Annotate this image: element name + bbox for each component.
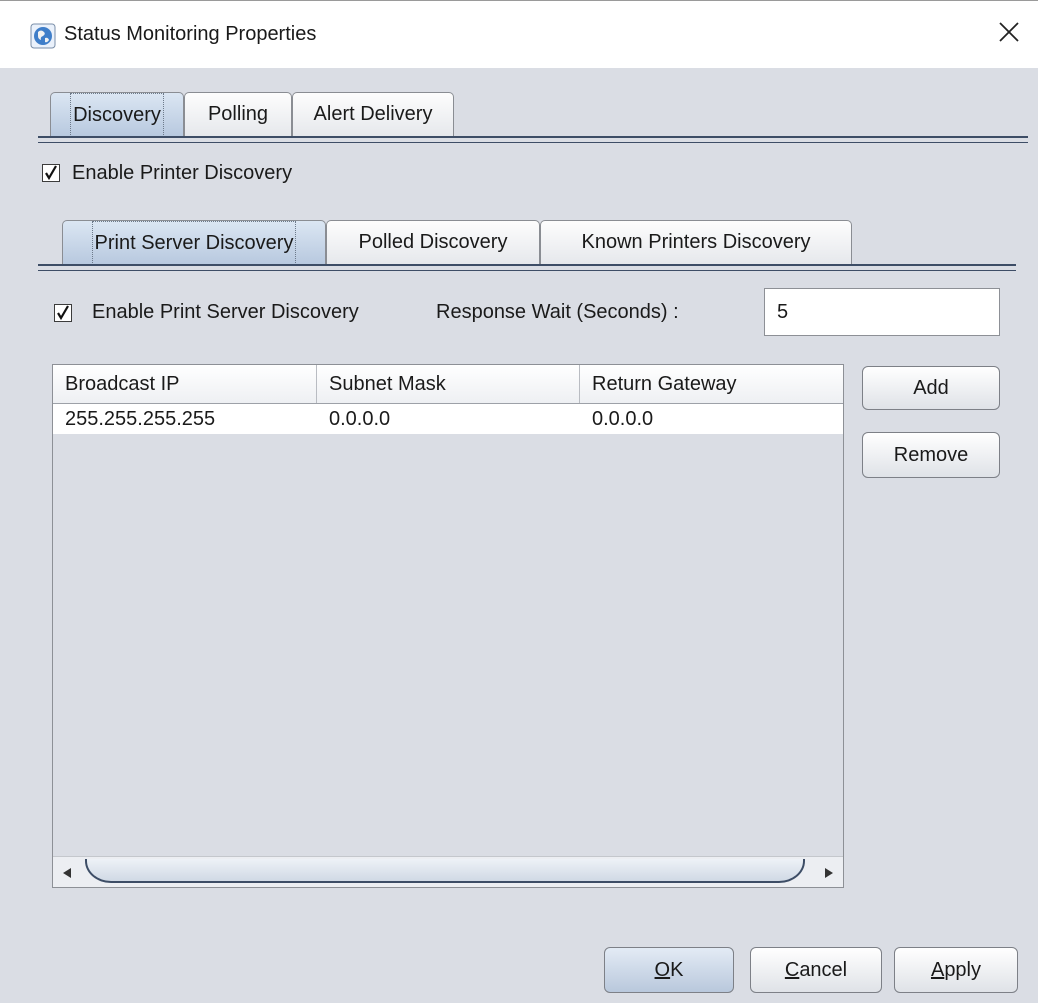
ok-mnemonic: O	[654, 959, 671, 981]
column-header-return-gateway[interactable]: Return Gateway	[580, 365, 843, 403]
apply-mnemonic: A	[930, 959, 945, 981]
close-icon	[999, 22, 1019, 42]
checkmark-icon	[45, 165, 57, 181]
enable-print-server-discovery-label: Enable Print Server Discovery	[92, 301, 359, 323]
tab-alert-delivery[interactable]: Alert Delivery	[292, 92, 454, 136]
column-header-broadcast-ip[interactable]: Broadcast IP	[53, 365, 317, 403]
apply-button[interactable]: Apply	[894, 947, 1018, 993]
table-row[interactable]: 255.255.255.255 0.0.0.0 0.0.0.0	[53, 404, 843, 434]
close-button[interactable]	[982, 1, 1038, 67]
checkmark-icon	[57, 305, 69, 321]
tab-polling[interactable]: Polling	[184, 92, 292, 136]
response-wait-label: Response Wait (Seconds) :	[436, 301, 679, 323]
cancel-button[interactable]: Cancel	[750, 947, 882, 993]
add-button[interactable]: Add	[862, 366, 1000, 410]
ok-label-rest: K	[670, 959, 684, 981]
enable-printer-discovery-checkbox[interactable]	[42, 164, 60, 182]
globe-icon	[30, 23, 56, 49]
tab-known-printers-discovery[interactable]: Known Printers Discovery	[540, 220, 852, 264]
main-tab-separator-lower	[38, 142, 1028, 143]
tab-polling-label: Polling	[207, 103, 269, 125]
window-title: Status Monitoring Properties	[64, 23, 317, 45]
broadcast-table: Broadcast IP Subnet Mask Return Gateway …	[52, 364, 844, 888]
tab-discovery-label: Discovery	[70, 93, 164, 137]
tab-polled-discovery-label: Polled Discovery	[358, 231, 508, 253]
enable-printer-discovery-label: Enable Printer Discovery	[72, 162, 293, 184]
cell-subnet-mask: 0.0.0.0	[329, 408, 391, 430]
cancel-mnemonic: C	[784, 959, 800, 981]
tab-discovery[interactable]: Discovery	[50, 92, 184, 137]
tab-print-server-discovery-label: Print Server Discovery	[91, 221, 297, 265]
sub-tab-separator	[38, 264, 1016, 266]
response-wait-input[interactable]	[764, 288, 1000, 336]
cancel-label-rest: ancel	[799, 959, 848, 981]
apply-label-rest: pply	[944, 959, 982, 981]
scroll-right-button[interactable]	[817, 857, 841, 887]
scroll-left-button[interactable]	[55, 857, 79, 887]
column-header-subnet-mask[interactable]: Subnet Mask	[317, 365, 580, 403]
enable-print-server-discovery-checkbox[interactable]	[54, 304, 72, 322]
arrow-left-icon	[63, 868, 71, 878]
remove-button[interactable]: Remove	[862, 432, 1000, 478]
cell-return-gateway: 0.0.0.0	[592, 408, 654, 430]
tab-alert-delivery-label: Alert Delivery	[313, 103, 433, 125]
tab-polled-discovery[interactable]: Polled Discovery	[326, 220, 540, 264]
cell-broadcast-ip: 255.255.255.255	[65, 408, 216, 430]
tab-print-server-discovery[interactable]: Print Server Discovery	[62, 220, 326, 265]
table-header: Broadcast IP Subnet Mask Return Gateway	[53, 365, 843, 404]
horizontal-scrollbar[interactable]	[53, 856, 843, 887]
ok-button[interactable]: OK	[604, 947, 734, 993]
title-bar: Status Monitoring Properties	[0, 0, 1038, 68]
sub-tab-separator-lower	[38, 270, 1016, 271]
arrow-right-icon	[825, 868, 833, 878]
tab-known-printers-discovery-label: Known Printers Discovery	[581, 231, 811, 253]
scroll-thumb[interactable]	[85, 859, 805, 883]
main-tab-separator	[38, 136, 1028, 138]
